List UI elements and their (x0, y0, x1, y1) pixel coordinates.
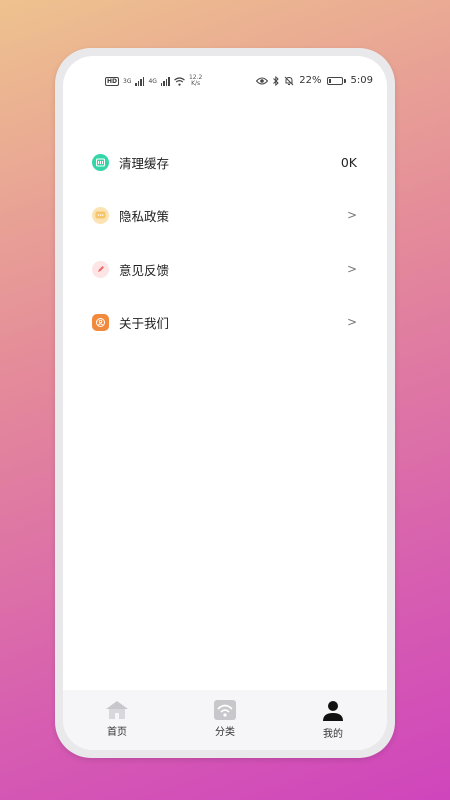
tab-home[interactable]: 首页 (63, 690, 171, 750)
menu-item-about-us[interactable]: 关于我们 > (92, 308, 357, 336)
tab-category[interactable]: 分类 (171, 690, 279, 750)
profile-icon (323, 701, 343, 721)
speed-unit: K/s (191, 80, 201, 87)
signal-icon (135, 76, 145, 86)
wifi-icon (174, 76, 185, 86)
status-bar: HD 3G 4G 12.2 K/s 22% 5:09 (63, 72, 387, 92)
eye-icon (256, 77, 269, 84)
menu-item-label: 隐私政策 (119, 208, 170, 224)
bottom-tab-bar: 首页 分类 我的 (63, 690, 387, 750)
signal-icon-2 (160, 76, 170, 86)
network-type-label-2: 4G (148, 77, 157, 85)
home-icon (106, 701, 128, 719)
menu-item-feedback[interactable]: 意见反馈 > (92, 255, 357, 283)
tab-profile[interactable]: 我的 (279, 690, 387, 750)
category-icon (214, 700, 236, 720)
tab-label: 我的 (323, 729, 343, 740)
chevron-right-icon: > (346, 315, 357, 329)
chevron-right-icon: > (346, 208, 357, 222)
menu-item-label: 关于我们 (119, 315, 170, 331)
about-icon (92, 313, 109, 331)
network-type-label: 3G (123, 77, 132, 85)
privacy-icon (92, 206, 109, 224)
cache-size-value: 0K (340, 154, 357, 170)
hd-badge: HD (105, 76, 120, 86)
bluetooth-icon (273, 75, 280, 86)
tab-label: 分类 (215, 727, 235, 738)
menu-item-label: 清理缓存 (119, 155, 170, 171)
menu-item-privacy-policy[interactable]: 隐私政策 > (92, 201, 357, 229)
mute-bell-icon (284, 76, 294, 85)
menu-item-label: 意见反馈 (119, 262, 170, 278)
tab-label: 首页 (107, 727, 127, 738)
menu-item-clear-cache[interactable]: 清理缓存 0K (92, 148, 357, 176)
storage-icon (92, 153, 109, 171)
chevron-right-icon: > (346, 262, 357, 276)
battery-icon (326, 76, 346, 85)
network-speed: 12.2 K/s (189, 75, 202, 87)
phone-frame: HD 3G 4G 12.2 K/s 22% 5:09 清理缓存 0K 隐私政策 … (55, 48, 395, 758)
app-screen: HD 3G 4G 12.2 K/s 22% 5:09 清理缓存 0K 隐私政策 … (63, 56, 387, 750)
clock: 5:09 (350, 75, 373, 86)
battery-percent: 22% (299, 75, 322, 86)
feedback-icon (92, 260, 109, 278)
